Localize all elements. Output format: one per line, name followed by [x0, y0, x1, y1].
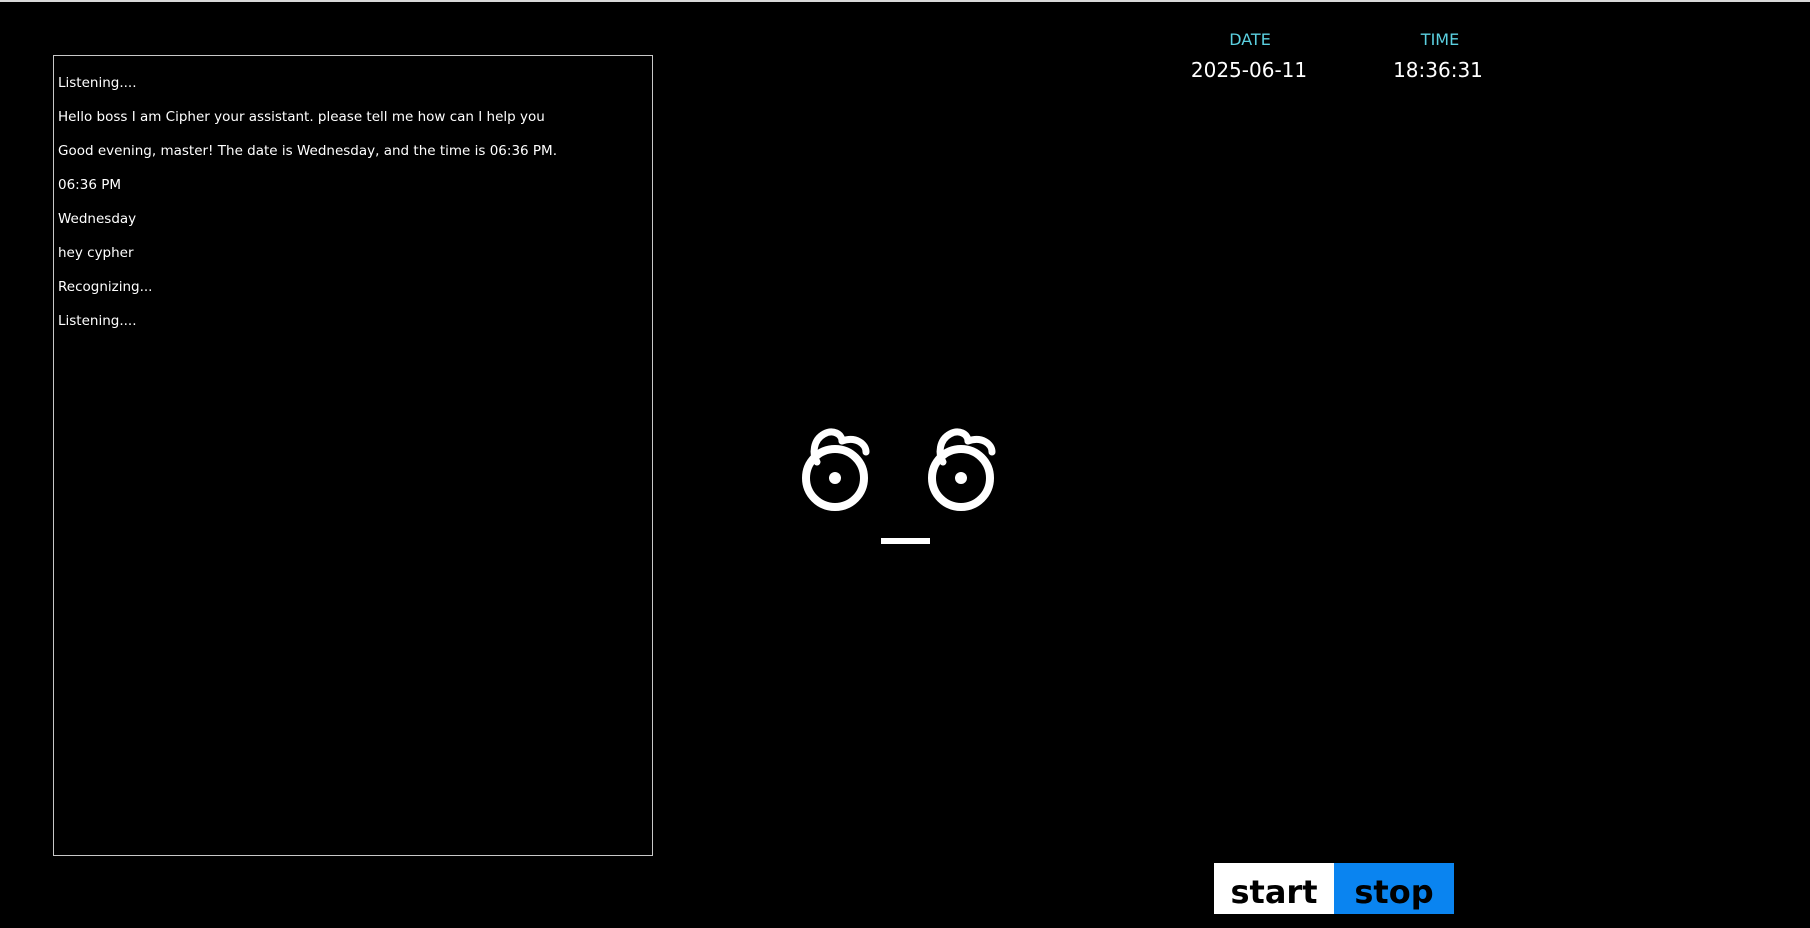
log-entry: Listening....	[58, 75, 137, 91]
assistant-window: Listening.... Hello boss I am Cipher you…	[0, 0, 1810, 928]
log-entry: 06:36 PM	[58, 177, 121, 193]
stop-button[interactable]: stop	[1334, 863, 1454, 914]
log-entry: hey cypher	[58, 245, 134, 261]
start-button[interactable]: start	[1214, 863, 1334, 914]
time-value: 18:36:31	[1393, 58, 1483, 82]
conversation-log-list: Listening.... Hello boss I am Cipher you…	[58, 75, 557, 347]
time-label: TIME	[1420, 30, 1460, 49]
assistant-face-icon	[800, 422, 1010, 552]
date-value: 2025-06-11	[1190, 58, 1308, 82]
mouth-underscore	[881, 538, 930, 544]
left-eye-icon	[802, 428, 870, 511]
date-label: DATE	[1229, 30, 1271, 49]
conversation-log-panel[interactable]: Listening.... Hello boss I am Cipher you…	[53, 55, 653, 856]
log-entry: Listening....	[58, 313, 137, 329]
log-entry: Recognizing...	[58, 279, 153, 295]
log-entry: Wednesday	[58, 211, 137, 227]
log-entry: Good evening, master! The date is Wednes…	[58, 143, 557, 159]
right-eye-icon	[928, 428, 996, 511]
log-entry: Hello boss I am Cipher your assistant. p…	[58, 109, 545, 125]
